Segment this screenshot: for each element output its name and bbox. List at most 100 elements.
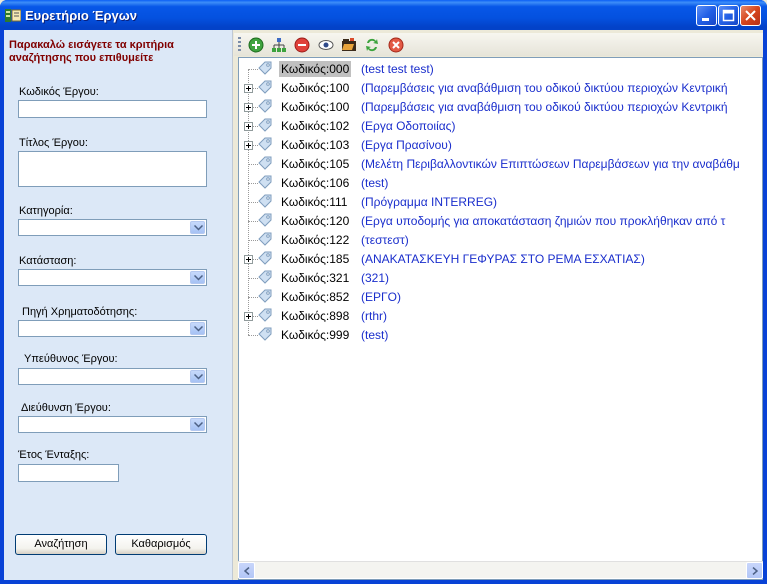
view-icon[interactable] — [318, 37, 334, 53]
tree-node-code[interactable]: Κωδικός:102 — [279, 118, 351, 134]
tree-node[interactable]: Κωδικός:106 (test) — [239, 174, 762, 193]
add-icon[interactable] — [248, 37, 264, 53]
tree-node-code[interactable]: Κωδικός:185 — [279, 251, 351, 267]
project-title-label: Τίτλος Έργου: — [19, 137, 88, 149]
title-bar[interactable]: Ευρετήριο Έργων — [0, 0, 767, 30]
expand-plus-icon[interactable] — [244, 84, 253, 93]
refresh-icon[interactable] — [364, 37, 380, 53]
tag-icon — [258, 270, 272, 284]
tree-node[interactable]: Κωδικός:000 (test test test) — [239, 60, 762, 79]
tree-node-description[interactable]: (test test test) — [361, 61, 434, 77]
funding-source-dropdown-button[interactable] — [190, 322, 205, 335]
tree-node[interactable]: Κωδικός:321 (321) — [239, 269, 762, 288]
tree-node-code[interactable]: Κωδικός:321 — [279, 270, 351, 286]
tree-node[interactable]: Κωδικός:105 (Μελέτη Περιβαλλοντικών Επιπτ… — [239, 155, 762, 174]
tree-node[interactable]: Κωδικός:103 (Εργα Πρασίνου) — [239, 136, 762, 155]
tag-icon — [258, 137, 272, 151]
tree-node[interactable]: Κωδικός:898 (rthr) — [239, 307, 762, 326]
project-directorate-select[interactable] — [18, 416, 207, 433]
chevron-right-icon — [752, 567, 758, 575]
app-window: Ευρετήριο Έργων Παρακαλώ εισάγετε τα κρι… — [0, 0, 767, 584]
tree-node-code[interactable]: Κωδικός:852 — [279, 289, 351, 305]
tree-node-code[interactable]: Κωδικός:100 — [279, 80, 351, 96]
horizontal-scrollbar[interactable] — [238, 561, 763, 579]
tree-node-code[interactable]: Κωδικός:122 — [279, 232, 351, 248]
tree-node[interactable]: Κωδικός:852 (ΕΡΓΟ) — [239, 288, 762, 307]
minimize-icon — [702, 18, 709, 21]
close-button[interactable] — [740, 5, 761, 26]
window-title: Ευρετήριο Έργων — [25, 8, 137, 23]
scroll-left-button[interactable] — [238, 562, 255, 579]
tree-node-description[interactable]: (rthr) — [361, 308, 387, 324]
project-title-input[interactable] — [18, 151, 207, 187]
tree-node-code[interactable]: Κωδικός:120 — [279, 213, 351, 229]
tree-node-description[interactable]: (test) — [361, 327, 388, 343]
tree-node[interactable]: Κωδικός:111 (Πρόγραμμα INTERREG) — [239, 193, 762, 212]
project-manager-dropdown-button[interactable] — [190, 370, 205, 383]
project-directorate-dropdown-button[interactable] — [190, 418, 205, 431]
category-select[interactable] — [18, 219, 207, 236]
expand-plus-icon[interactable] — [244, 312, 253, 321]
tree-node-code[interactable]: Κωδικός:106 — [279, 175, 351, 191]
expand-plus-icon[interactable] — [244, 103, 253, 112]
toolbar-grip[interactable] — [238, 37, 241, 52]
open-folder-icon[interactable] — [341, 37, 357, 53]
tree-node[interactable]: Κωδικός:120 (Εργα υποδομής για αποκατάστα… — [239, 212, 762, 231]
tree-node-description[interactable]: (ΕΡΓΟ) — [361, 289, 401, 305]
chevron-left-icon — [244, 567, 250, 575]
status-label: Κατάσταση: — [19, 255, 77, 267]
tree-node-description[interactable]: (Παρεμβάσεις για αναβάθμιση του οδικού δ… — [361, 80, 728, 96]
tree-node-description[interactable]: (Εργα υποδομής για αποκατάσταση ζημιών π… — [361, 213, 725, 229]
app-icon — [5, 9, 21, 22]
inclusion-year-input[interactable] — [18, 464, 119, 482]
tree-node-description[interactable]: (τεστεστ) — [361, 232, 409, 248]
funding-source-label: Πηγή Χρηματοδότησης: — [22, 306, 138, 318]
expand-plus-icon[interactable] — [244, 141, 253, 150]
tree-node-description[interactable]: (321) — [361, 270, 389, 286]
chevron-down-icon — [194, 326, 203, 332]
tree-node[interactable]: Κωδικός:100 (Παρεμβάσεις για αναβάθμιση τ… — [239, 98, 762, 117]
tree-toolbar — [234, 33, 763, 56]
hierarchy-icon[interactable] — [271, 37, 287, 53]
status-select[interactable] — [18, 269, 207, 286]
project-code-input[interactable] — [18, 100, 207, 118]
scroll-right-button[interactable] — [746, 562, 763, 579]
category-dropdown-button[interactable] — [190, 221, 205, 234]
tree-node-description[interactable]: (Παρεμβάσεις για αναβάθμιση του οδικού δ… — [361, 99, 728, 115]
tree-node-code[interactable]: Κωδικός:105 — [279, 156, 351, 172]
cancel-icon[interactable] — [388, 37, 404, 53]
tree-panel: Κωδικός:000 (test test test) Κωδικός:100 (Π… — [234, 30, 763, 580]
tree-node[interactable]: Κωδικός:100 (Παρεμβάσεις για αναβάθμιση τ… — [239, 79, 762, 98]
tree-node-description[interactable]: (Εργα Οδοποιίας) — [361, 118, 455, 134]
tree-node-code[interactable]: Κωδικός:999 — [279, 327, 351, 343]
tree-node-description[interactable]: (Μελέτη Περιβαλλοντικών Επιπτώσεων Παρεμ… — [361, 156, 740, 172]
tree-node[interactable]: Κωδικός:102 (Εργα Οδοποιίας) — [239, 117, 762, 136]
tree-node-code[interactable]: Κωδικός:103 — [279, 137, 351, 153]
search-button[interactable]: Αναζήτηση — [15, 534, 107, 555]
tree-node-description[interactable]: (test) — [361, 175, 388, 191]
tree-node[interactable]: Κωδικός:999 (test) — [239, 326, 762, 345]
tree-node[interactable]: Κωδικός:185 (ΑΝΑΚΑΤΑΣΚΕΥΗ ΓΕΦΥΡΑΣ ΣΤΟ ΡΕΜ… — [239, 250, 762, 269]
maximize-button[interactable] — [718, 5, 739, 26]
project-tree[interactable]: Κωδικός:000 (test test test) Κωδικός:100 (Π… — [238, 57, 763, 580]
tree-node-code[interactable]: Κωδικός:111 — [279, 194, 349, 210]
tree-node[interactable]: Κωδικός:122 (τεστεστ) — [239, 231, 762, 250]
tree-node-description[interactable]: (ΑΝΑΚΑΤΑΣΚΕΥΗ ΓΕΦΥΡΑΣ ΣΤΟ ΡΕΜΑ ΕΣΧΑΤΙΑΣ) — [361, 251, 645, 267]
tree-node-description[interactable]: (Εργα Πρασίνου) — [361, 137, 452, 153]
status-dropdown-button[interactable] — [190, 271, 205, 284]
clear-button[interactable]: Καθαρισμός — [115, 534, 207, 555]
tree-node-code[interactable]: Κωδικός:898 — [279, 308, 351, 324]
tag-icon — [258, 213, 272, 227]
expand-plus-icon[interactable] — [244, 255, 253, 264]
chevron-down-icon — [194, 225, 203, 231]
tag-icon — [258, 118, 272, 132]
delete-icon[interactable] — [294, 37, 310, 53]
tree-node-code[interactable]: Κωδικός:100 — [279, 99, 351, 115]
minimize-button[interactable] — [696, 5, 717, 26]
funding-source-select[interactable] — [18, 320, 207, 337]
inclusion-year-label: Έτος Ένταξης: — [18, 449, 90, 461]
tree-node-code[interactable]: Κωδικός:000 — [279, 61, 352, 77]
tree-node-description[interactable]: (Πρόγραμμα INTERREG) — [361, 194, 497, 210]
expand-plus-icon[interactable] — [244, 122, 253, 131]
project-manager-select[interactable] — [18, 368, 207, 385]
